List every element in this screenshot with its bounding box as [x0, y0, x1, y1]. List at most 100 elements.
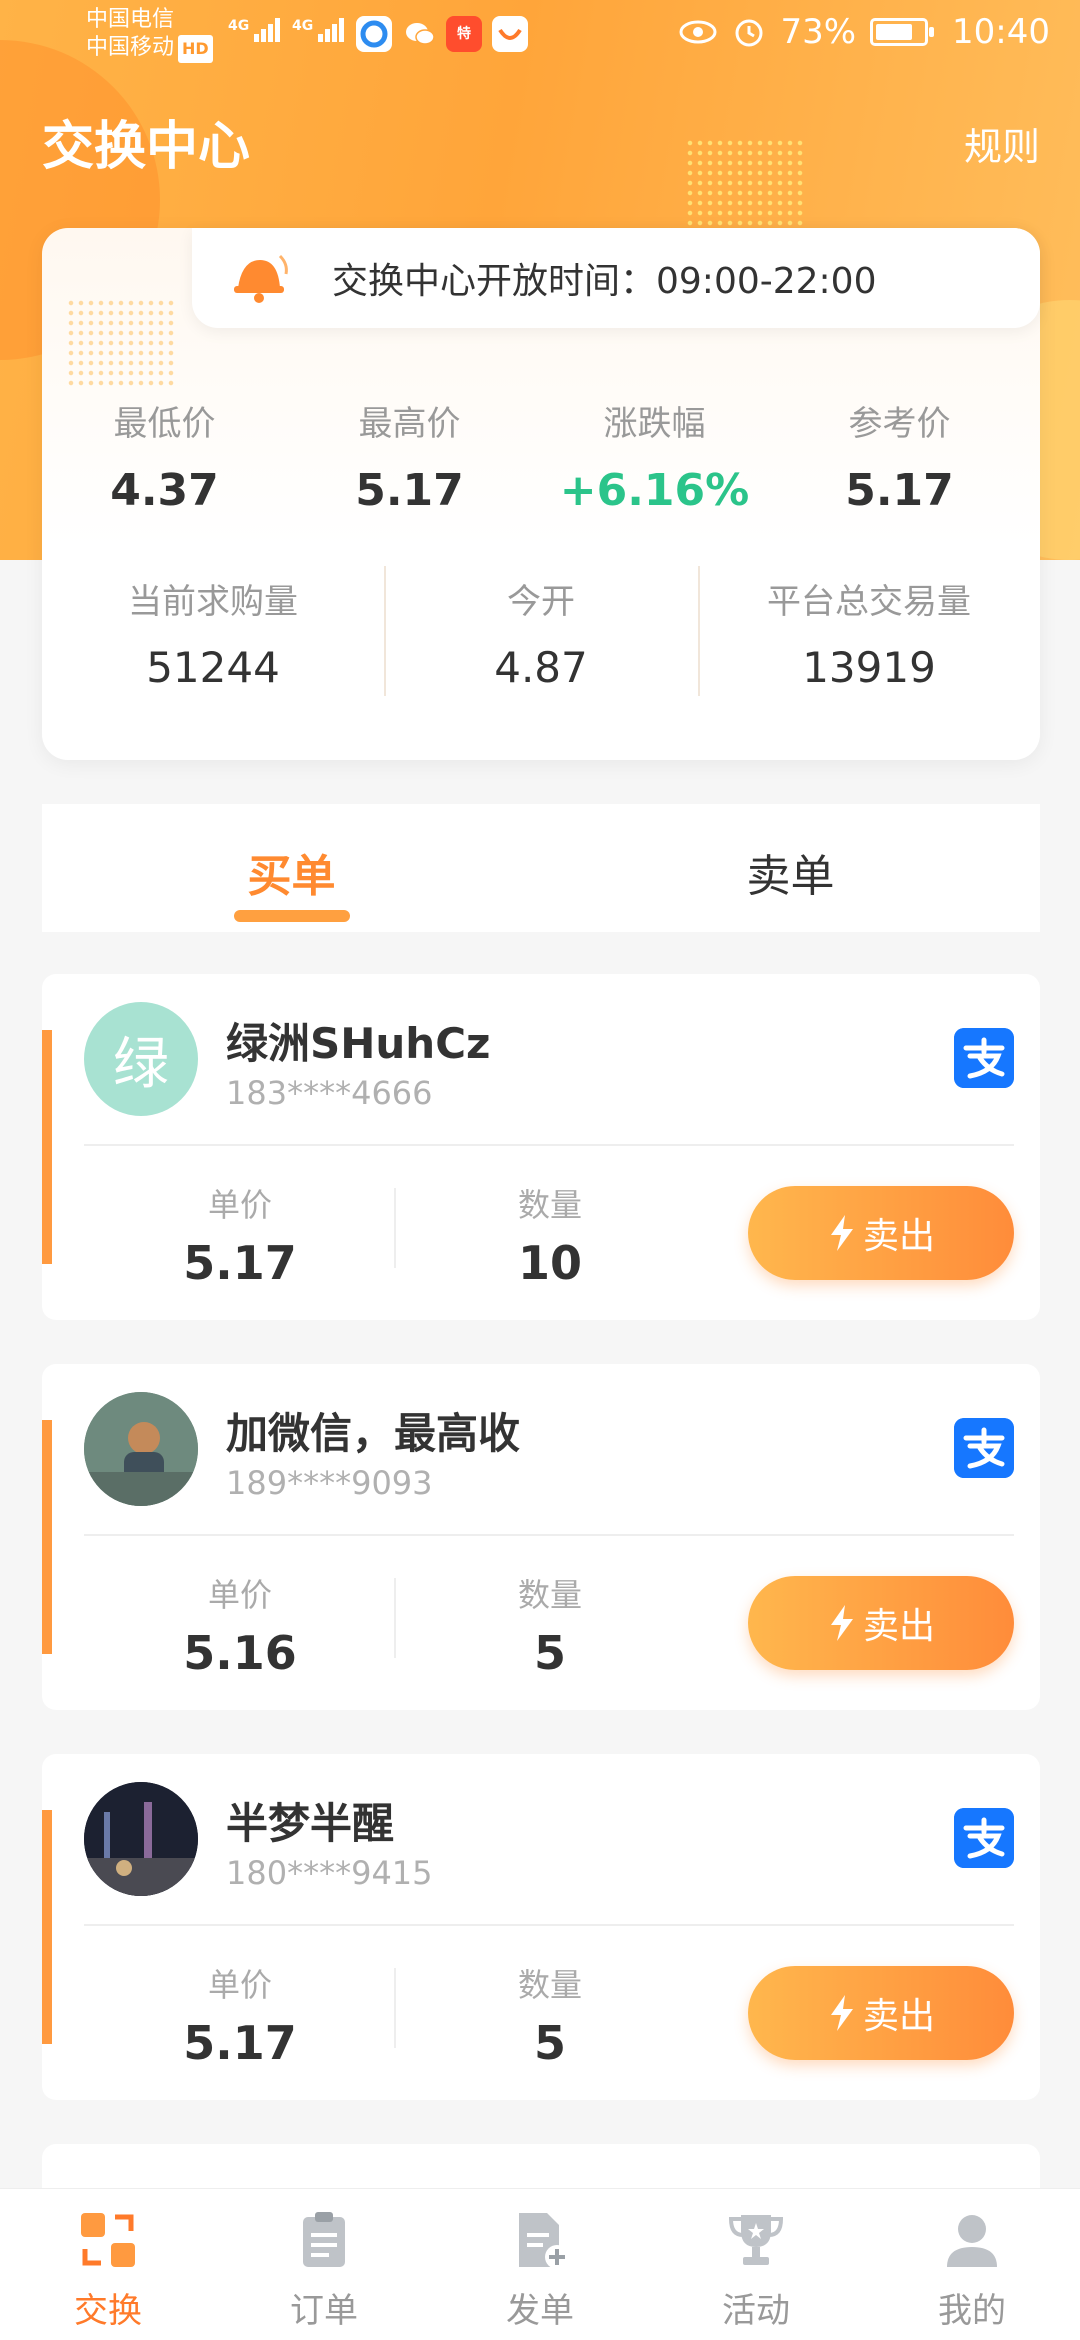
tab-sell-orders[interactable]: 卖单: [541, 804, 1040, 932]
nav-label: 交换: [74, 2291, 142, 2331]
stat-label: 最高价: [358, 404, 461, 444]
price-value: 5.17: [183, 1236, 297, 1290]
alipay-icon: [954, 1418, 1014, 1478]
sell-button[interactable]: 卖出: [748, 1576, 1014, 1670]
avatar[interactable]: [84, 1782, 198, 1896]
stat-value: 4.87: [494, 643, 588, 692]
stat-label: 今开: [507, 582, 575, 622]
sell-button[interactable]: 卖出: [748, 1966, 1014, 2060]
battery-icon: [870, 18, 935, 46]
active-tab-indicator: [233, 910, 350, 922]
status-bar: 中国电信 中国移动 HD 4G 4G 特 73% 10:40: [0, 0, 1080, 70]
notice-text: 交换中心开放时间：09:00-22:00: [332, 261, 877, 302]
price-label: 单价: [207, 1186, 272, 1224]
price-label: 单价: [207, 1966, 272, 2004]
order-card: 半梦半醒 180****9415 单价 5.17 数量 5 卖出: [42, 1754, 1040, 2100]
stats-row-primary: 最低价 4.37 最高价 5.17 涨跌幅 +6.16% 参考价 5.17: [42, 396, 1040, 516]
quantity-label: 数量: [517, 1186, 582, 1224]
alipay-icon: [954, 1028, 1014, 1088]
quantity: 数量 5: [460, 1570, 640, 1680]
quantity-value: 5: [533, 1626, 566, 1680]
stat-change-percent: 涨跌幅 +6.16%: [532, 396, 777, 516]
hd-badge: HD: [178, 35, 213, 63]
stat-value: 13919: [802, 643, 936, 692]
user-icon: [947, 2215, 997, 2267]
quantity-label: 数量: [517, 1576, 582, 1614]
quantity-label: 数量: [517, 1966, 582, 2004]
stat-current-demand: 当前求购量 51244: [42, 574, 384, 692]
stat-value: 5.17: [355, 465, 464, 516]
battery-percent: 73%: [780, 12, 857, 52]
bottom-navigation: 交换 订单 发单 活动 我的: [0, 2188, 1080, 2340]
user-name: 绿洲SHuhCz: [226, 1019, 491, 1068]
sell-button-label: 卖出: [862, 1216, 935, 1257]
divider: [84, 1534, 1014, 1536]
lightning-icon: [830, 1605, 853, 1641]
exchange-icon: [81, 2213, 135, 2267]
stat-label: 参考价: [848, 404, 951, 444]
tab-label: 买单: [247, 851, 336, 902]
stat-total-volume: 平台总交易量 13919: [698, 574, 1040, 692]
market-stats-card: 交换中心开放时间：09:00-22:00 最低价 4.37 最高价 5.17 涨…: [42, 228, 1040, 760]
stat-value: 4.37: [110, 465, 219, 516]
card-accent: [42, 1030, 52, 1264]
nav-label: 我的: [938, 2291, 1006, 2331]
stat-label: 涨跌幅: [603, 404, 706, 444]
user-phone: 180****9415: [226, 1854, 433, 1892]
didi-icon: [492, 16, 528, 52]
shopping-app-icon: 特: [446, 16, 482, 52]
lightning-icon: [830, 1215, 853, 1251]
clipboard-icon: [303, 2212, 345, 2267]
quantity-value: 5: [533, 2016, 566, 2070]
avatar[interactable]: [84, 1392, 198, 1506]
card-accent: [42, 1810, 52, 2044]
new-order-icon: [519, 2213, 569, 2269]
stat-label: 最低价: [113, 404, 216, 444]
nav-orders[interactable]: 订单: [216, 2189, 432, 2340]
divider: [84, 1144, 1014, 1146]
page-title: 交换中心: [42, 117, 251, 177]
stat-value: 5.17: [845, 465, 954, 516]
bell-icon: [234, 254, 288, 303]
alarm-icon: [735, 19, 763, 47]
divider: [394, 1578, 396, 1658]
nav-label: 活动: [722, 2291, 790, 2331]
signal-icon: 4G: [292, 18, 346, 42]
unit-price: 单价 5.17: [150, 1180, 330, 1290]
tab-label: 卖单: [746, 851, 835, 902]
opening-hours-notice: 交换中心开放时间：09:00-22:00: [192, 228, 1040, 328]
network-type: 4G: [292, 18, 314, 34]
nav-activities[interactable]: 活动: [648, 2189, 864, 2340]
lightning-icon: [830, 1995, 853, 2031]
nav-exchange[interactable]: 交换: [0, 2189, 216, 2340]
nav-post-order[interactable]: 发单: [432, 2189, 648, 2340]
network-type: 4G: [228, 18, 250, 34]
wechat-icon: [402, 16, 438, 52]
stats-row-secondary: 当前求购量 51244 今开 4.87 平台总交易量 13919: [42, 574, 1040, 692]
divider: [84, 1924, 1014, 1926]
price-label: 单价: [207, 1576, 272, 1614]
decor-dots: [685, 138, 805, 238]
signal-icon: 4G: [228, 18, 282, 42]
nav-profile[interactable]: 我的: [864, 2189, 1080, 2340]
quantity-value: 10: [517, 1236, 582, 1290]
avatar[interactable]: 绿: [84, 1002, 198, 1116]
user-phone: 183****4666: [226, 1074, 433, 1112]
sell-button[interactable]: 卖出: [748, 1186, 1014, 1280]
sell-button-label: 卖出: [862, 1996, 935, 2037]
sell-button-label: 卖出: [862, 1606, 935, 1647]
rules-link[interactable]: 规则: [964, 116, 1040, 171]
divider: [394, 1968, 396, 2048]
nav-label: 订单: [290, 2291, 358, 2331]
trophy-icon: [728, 2215, 784, 2265]
stat-label: 当前求购量: [128, 582, 298, 622]
decor-dots: [66, 298, 176, 388]
carrier-info: 中国电信 中国移动 HD: [86, 6, 213, 63]
stat-today-open: 今开 4.87: [384, 574, 698, 692]
tab-buy-orders[interactable]: 买单: [42, 804, 541, 932]
browser-app-icon: [356, 16, 392, 52]
unit-price: 单价 5.17: [150, 1960, 330, 2070]
carrier-2: 中国移动: [86, 35, 175, 60]
order-card: 绿 绿洲SHuhCz 183****4666 单价 5.17 数量 10 卖出: [42, 974, 1040, 1320]
price-value: 5.16: [183, 1626, 297, 1680]
